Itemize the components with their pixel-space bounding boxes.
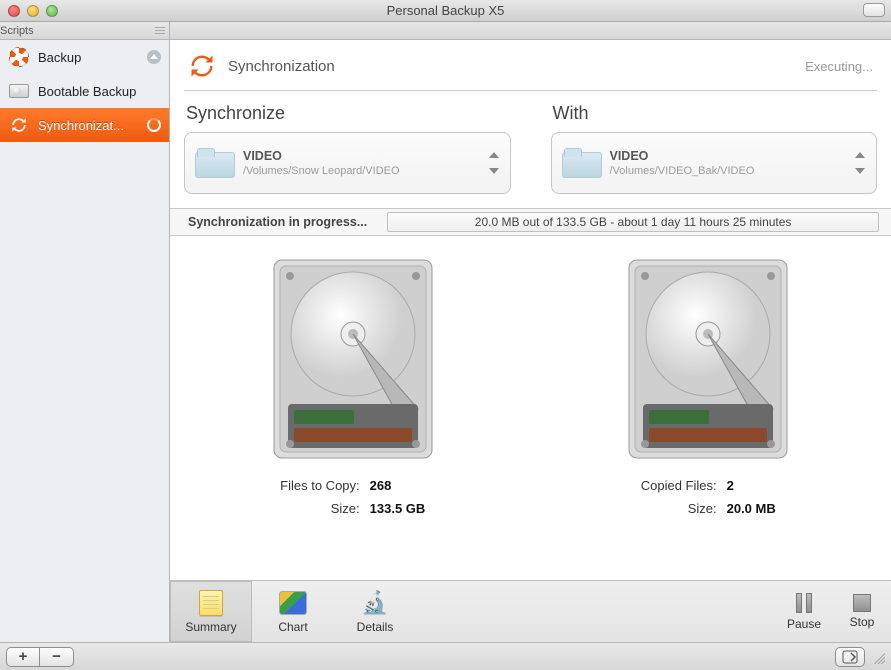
notepad-icon [196, 589, 226, 617]
dest-size-value: 20.0 MB [727, 501, 776, 516]
sidebar-item-label: Synchronizat... [38, 118, 139, 133]
playback-controls: Pause Stop [775, 581, 891, 642]
with-heading: With [553, 103, 878, 124]
source-size-label: Size: [280, 501, 359, 516]
panel-icon [842, 650, 858, 664]
harddrive-illustration [268, 254, 438, 464]
source-folder-name: VIDEO [243, 149, 478, 163]
source-drive-column: Files to Copy: 268 Size: 133.5 GB [190, 254, 516, 516]
progress-detail-bar: 20.0 MB out of 133.5 GB - about 1 day 11… [387, 212, 879, 232]
folder-icon [562, 148, 600, 178]
scripts-header-label: Scripts [0, 25, 34, 37]
scripts-column-header: Scripts [0, 22, 170, 39]
dest-folder-picker[interactable]: VIDEO /Volumes/VIDEO_Bak/VIDEO [551, 132, 878, 194]
source-folder-picker[interactable]: VIDEO /Volumes/Snow Leopard/VIDEO [184, 132, 511, 194]
plus-icon: + [19, 648, 28, 665]
scripts-header-grip-icon [155, 26, 165, 36]
tab-label: Chart [278, 620, 307, 634]
toolbar-toggle-button[interactable] [863, 3, 885, 17]
zoom-window-button[interactable] [46, 5, 58, 17]
bottom-corner-button[interactable] [835, 647, 865, 667]
dest-size-label: Size: [641, 501, 717, 516]
close-window-button[interactable] [8, 5, 20, 17]
pause-icon [793, 592, 815, 614]
copied-files-label: Copied Files: [641, 478, 717, 493]
sync-icon [8, 114, 30, 136]
add-script-button[interactable]: + [6, 647, 40, 667]
minimize-window-button[interactable] [27, 5, 39, 17]
pause-button[interactable]: Pause [775, 581, 833, 642]
progress-label: Synchronization in progress... [170, 215, 381, 229]
drives-row: Files to Copy: 268 Size: 133.5 GB [170, 236, 891, 526]
harddrive-icon [8, 80, 30, 102]
sync-dest-column: With VIDEO /Volumes/VIDEO_Bak/VIDEO [551, 97, 878, 194]
dest-picker-stepper[interactable] [854, 152, 866, 174]
progress-spinner-icon [147, 118, 161, 132]
sync-source-column: Synchronize VIDEO /Volumes/Snow Leopard/… [184, 97, 511, 194]
minus-icon: − [52, 648, 61, 665]
copied-files-value: 2 [727, 478, 776, 493]
sidebar-item-synchronization[interactable]: Synchronizat... [0, 108, 169, 142]
sidebar: Backup Bootable Backup Synchronizat... [0, 40, 170, 642]
tab-details[interactable]: 🔬 Details [334, 581, 416, 642]
dest-stats: Copied Files: 2 Size: 20.0 MB [641, 478, 776, 516]
sidebar-item-bootable-backup[interactable]: Bootable Backup [0, 74, 169, 108]
harddrive-illustration [623, 254, 793, 464]
chevron-up-icon [855, 152, 865, 158]
remove-script-button[interactable]: − [40, 647, 74, 667]
files-to-copy-value: 268 [370, 478, 426, 493]
page-title: Synchronization [228, 58, 335, 75]
chevron-down-icon [489, 168, 499, 174]
tab-label: Summary [185, 620, 236, 634]
window-bottom-bar: + − [0, 642, 891, 670]
sidebar-item-backup[interactable]: Backup [0, 40, 169, 74]
stop-button[interactable]: Stop [833, 581, 891, 642]
chevron-up-icon [489, 152, 499, 158]
tab-chart[interactable]: Chart [252, 581, 334, 642]
dest-drive-column: Copied Files: 2 Size: 20.0 MB [546, 254, 872, 516]
source-size-value: 133.5 GB [370, 501, 426, 516]
main-header: Synchronization Executing... [170, 40, 891, 90]
titlebar: Personal Backup X5 [0, 0, 891, 22]
dest-folder-path: /Volumes/VIDEO_Bak/VIDEO [610, 165, 845, 177]
pause-label: Pause [787, 617, 821, 631]
lifesaver-icon [8, 46, 30, 68]
scripts-header: Scripts [0, 22, 891, 40]
sidebar-item-label: Bootable Backup [38, 84, 161, 99]
source-picker-stepper[interactable] [488, 152, 500, 174]
executing-status: Executing... [805, 59, 873, 74]
folder-icon [195, 148, 233, 178]
eject-icon[interactable] [147, 50, 161, 64]
sidebar-item-label: Backup [38, 50, 139, 65]
stop-icon [853, 594, 871, 612]
dest-folder-name: VIDEO [610, 149, 845, 163]
sync-columns: Synchronize VIDEO /Volumes/Snow Leopard/… [170, 91, 891, 204]
tab-label: Details [357, 620, 394, 634]
main-panel: Synchronization Executing... Synchronize… [170, 40, 891, 642]
bottom-tabbar: Summary Chart 🔬 Details Pause Stop [170, 580, 891, 642]
sync-icon [188, 52, 216, 80]
stop-label: Stop [850, 615, 875, 629]
traffic-lights [8, 5, 58, 17]
chevron-down-icon [855, 168, 865, 174]
source-stats: Files to Copy: 268 Size: 133.5 GB [280, 478, 425, 516]
progress-detail-text: 20.0 MB out of 133.5 GB - about 1 day 11… [475, 215, 792, 229]
microscope-icon: 🔬 [360, 589, 390, 617]
chart-icon [278, 589, 308, 617]
add-remove-segment: + − [6, 647, 74, 667]
resize-grip[interactable] [871, 650, 885, 664]
progress-row: Synchronization in progress... 20.0 MB o… [170, 208, 891, 236]
tab-summary[interactable]: Summary [170, 581, 252, 642]
source-folder-path: /Volumes/Snow Leopard/VIDEO [243, 165, 478, 177]
files-to-copy-label: Files to Copy: [280, 478, 359, 493]
synchronize-heading: Synchronize [186, 103, 511, 124]
window-title: Personal Backup X5 [0, 3, 891, 18]
